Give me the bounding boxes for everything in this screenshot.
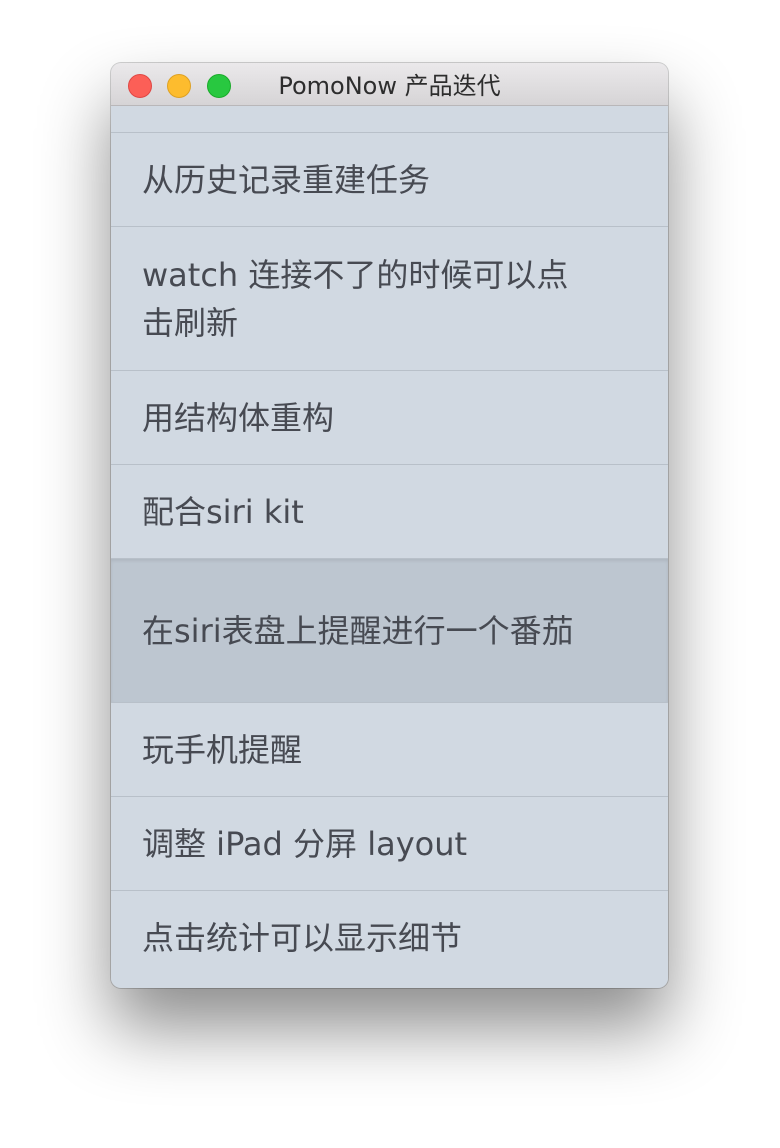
task-list[interactable]: 从历史记录重建任务 watch 连接不了的时候可以点击刷新 用结构体重构 配合s… [111,106,668,985]
list-item[interactable]: watch 连接不了的时候可以点击刷新 [111,227,668,371]
list-item-selected[interactable]: 在siri表盘上提醒进行一个番茄 [111,559,668,703]
list-item-label: watch 连接不了的时候可以点击刷新 [142,255,569,342]
list-item-label: 从历史记录重建任务 [142,160,431,199]
list-item-label: 点击统计可以显示细节 [142,919,463,957]
list-item[interactable]: 用结构体重构 [111,371,668,465]
list-item[interactable]: 玩手机提醒 [111,703,668,797]
list-item[interactable]: 点击统计可以显示细节 [111,891,668,985]
list-item-label: 在siri表盘上提醒进行一个番茄 [142,611,574,650]
list-item[interactable]: 调整 iPad 分屏 layout [111,797,668,891]
list-item-label: 玩手机提醒 [142,730,303,769]
list-item-label: 用结构体重构 [142,398,335,437]
list-item[interactable]: 配合siri kit [111,465,668,559]
list-item-label: 配合siri kit [142,492,304,531]
list-item-partial[interactable] [111,106,668,133]
list-item[interactable]: 从历史记录重建任务 [111,133,668,227]
app-window: PomoNow 产品迭代 从历史记录重建任务 watch 连接不了的时候可以点击… [111,63,668,988]
title-bar[interactable]: PomoNow 产品迭代 [111,63,668,106]
list-item-label: 调整 iPad 分屏 layout [142,824,468,863]
window-title: PomoNow 产品迭代 [278,72,501,100]
